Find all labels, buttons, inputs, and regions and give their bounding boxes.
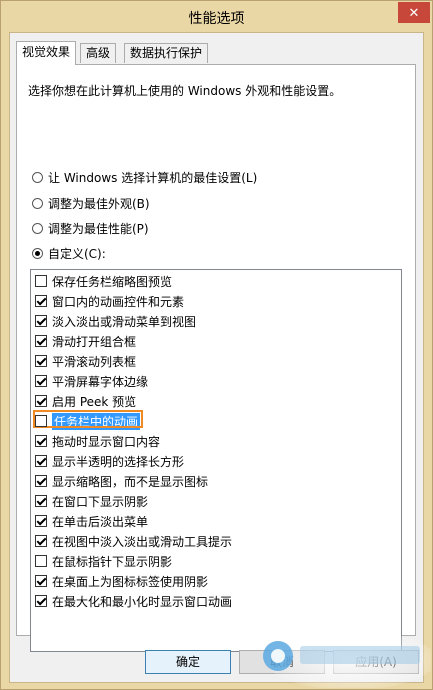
radio-best-appearance[interactable]: 调整为最佳外观(B) <box>32 195 150 211</box>
list-item[interactable]: 保存任务栏缩略图预览 <box>35 272 172 290</box>
checkbox[interactable] <box>35 515 47 527</box>
list-item[interactable]: 在鼠标指针下显示阴影 <box>35 552 172 570</box>
item-label: 淡入淡出或滑动菜单到视图 <box>52 314 197 329</box>
checkbox[interactable] <box>35 435 47 447</box>
window-title: 性能选项 <box>188 11 245 27</box>
item-label: 保存任务栏缩略图预览 <box>52 274 173 289</box>
dialog-body: 视觉效果 高级 数据执行保护 选择你想在此计算机上使用的 Windows 外观和… <box>9 32 424 683</box>
list-item-selected[interactable]: 任务栏中的动画 <box>33 410 143 430</box>
item-label: 启用 Peek 预览 <box>52 394 137 409</box>
tab-dep[interactable]: 数据执行保护 <box>124 43 209 63</box>
apply-button[interactable]: 应用(A) <box>333 650 419 674</box>
radio-label: 让 Windows 选择计算机的最佳设置(L) <box>48 170 258 185</box>
list-item[interactable]: 在单击后淡出菜单 <box>35 512 148 530</box>
checkbox[interactable] <box>35 375 47 387</box>
checkbox[interactable] <box>35 535 47 547</box>
item-label: 在单击后淡出菜单 <box>52 514 149 529</box>
list-item[interactable]: 平滑滚动列表框 <box>35 352 136 370</box>
item-label: 拖动时显示窗口内容 <box>52 434 161 449</box>
item-label: 在鼠标指针下显示阴影 <box>52 554 173 569</box>
radio-custom[interactable]: 自定义(C): <box>32 245 106 261</box>
radio-best-performance[interactable]: 调整为最佳性能(P) <box>32 220 149 236</box>
list-item[interactable]: 在桌面上为图标标签使用阴影 <box>35 572 208 590</box>
checkbox[interactable] <box>35 335 47 347</box>
checkbox[interactable] <box>35 555 47 567</box>
radio-indicator[interactable] <box>32 171 43 183</box>
ok-button[interactable]: 确定 <box>145 650 231 674</box>
radio-label: 调整为最佳外观(B) <box>48 196 150 211</box>
checkbox[interactable] <box>35 595 47 607</box>
item-label: 在桌面上为图标标签使用阴影 <box>52 574 209 589</box>
checkbox[interactable] <box>35 315 47 327</box>
radio-indicator[interactable] <box>32 247 43 259</box>
list-item[interactable]: 滑动打开组合框 <box>35 332 136 350</box>
item-label: 滑动打开组合框 <box>52 334 137 349</box>
list-item[interactable]: 淡入淡出或滑动菜单到视图 <box>35 312 196 330</box>
list-item[interactable]: 显示半透明的选择长方形 <box>35 452 184 470</box>
list-item[interactable]: 在视图中淡入淡出或滑动工具提示 <box>35 532 232 550</box>
tab-visual-effects[interactable]: 视觉效果 <box>16 41 77 65</box>
item-label: 任务栏中的动画 <box>52 412 141 430</box>
effects-list[interactable]: 保存任务栏缩略图预览 窗口内的动画控件和元素 淡入淡出或滑动菜单到视图 滑动打开… <box>30 269 402 652</box>
checkbox[interactable] <box>35 475 47 487</box>
item-label: 显示半透明的选择长方形 <box>52 454 185 469</box>
checkbox[interactable] <box>35 275 47 287</box>
item-label: 显示缩略图，而不是显示图标 <box>52 474 209 489</box>
radio-label: 自定义(C): <box>48 246 106 261</box>
checkbox[interactable] <box>35 455 47 467</box>
tab-advanced[interactable]: 高级 <box>80 43 117 63</box>
checkbox[interactable] <box>35 295 47 307</box>
radio-let-windows-choose[interactable]: 让 Windows 选择计算机的最佳设置(L) <box>32 169 257 185</box>
checkbox[interactable] <box>35 395 47 407</box>
checkbox[interactable] <box>35 355 47 367</box>
performance-options-window: 性能选项 ✕ 视觉效果 高级 数据执行保护 选择你想在此计算机上使用的 Wind… <box>0 0 433 690</box>
title-bar[interactable]: 性能选项 ✕ <box>1 1 432 32</box>
list-item[interactable]: 在窗口下显示阴影 <box>35 492 148 510</box>
visual-effects-panel: 选择你想在此计算机上使用的 Windows 外观和性能设置。 让 Windows… <box>16 64 416 652</box>
radio-label: 调整为最佳性能(P) <box>48 221 149 236</box>
list-item[interactable]: 启用 Peek 预览 <box>35 392 136 410</box>
list-item[interactable]: 显示缩略图，而不是显示图标 <box>35 472 208 490</box>
item-label: 在最大化和最小化时显示窗口动画 <box>52 594 233 609</box>
close-icon: ✕ <box>408 5 420 20</box>
item-label: 平滑滚动列表框 <box>52 354 137 369</box>
list-item[interactable]: 拖动时显示窗口内容 <box>35 432 160 450</box>
list-item[interactable]: 窗口内的动画控件和元素 <box>35 292 184 310</box>
item-label: 在窗口下显示阴影 <box>52 494 149 509</box>
radio-indicator[interactable] <box>32 197 43 209</box>
list-item[interactable]: 平滑屏幕字体边缘 <box>35 372 148 390</box>
item-label: 窗口内的动画控件和元素 <box>52 294 185 309</box>
checkbox[interactable] <box>35 495 47 507</box>
item-label: 平滑屏幕字体边缘 <box>52 374 149 389</box>
list-item[interactable]: 在最大化和最小化时显示窗口动画 <box>35 592 232 610</box>
item-label: 在视图中淡入淡出或滑动工具提示 <box>52 534 233 549</box>
checkbox[interactable] <box>35 415 47 427</box>
radio-indicator[interactable] <box>32 222 43 234</box>
cancel-button[interactable]: 取消 <box>239 650 325 674</box>
close-button[interactable]: ✕ <box>398 2 430 23</box>
description-text: 选择你想在此计算机上使用的 Windows 外观和性能设置。 <box>28 84 342 98</box>
checkbox[interactable] <box>35 575 47 587</box>
